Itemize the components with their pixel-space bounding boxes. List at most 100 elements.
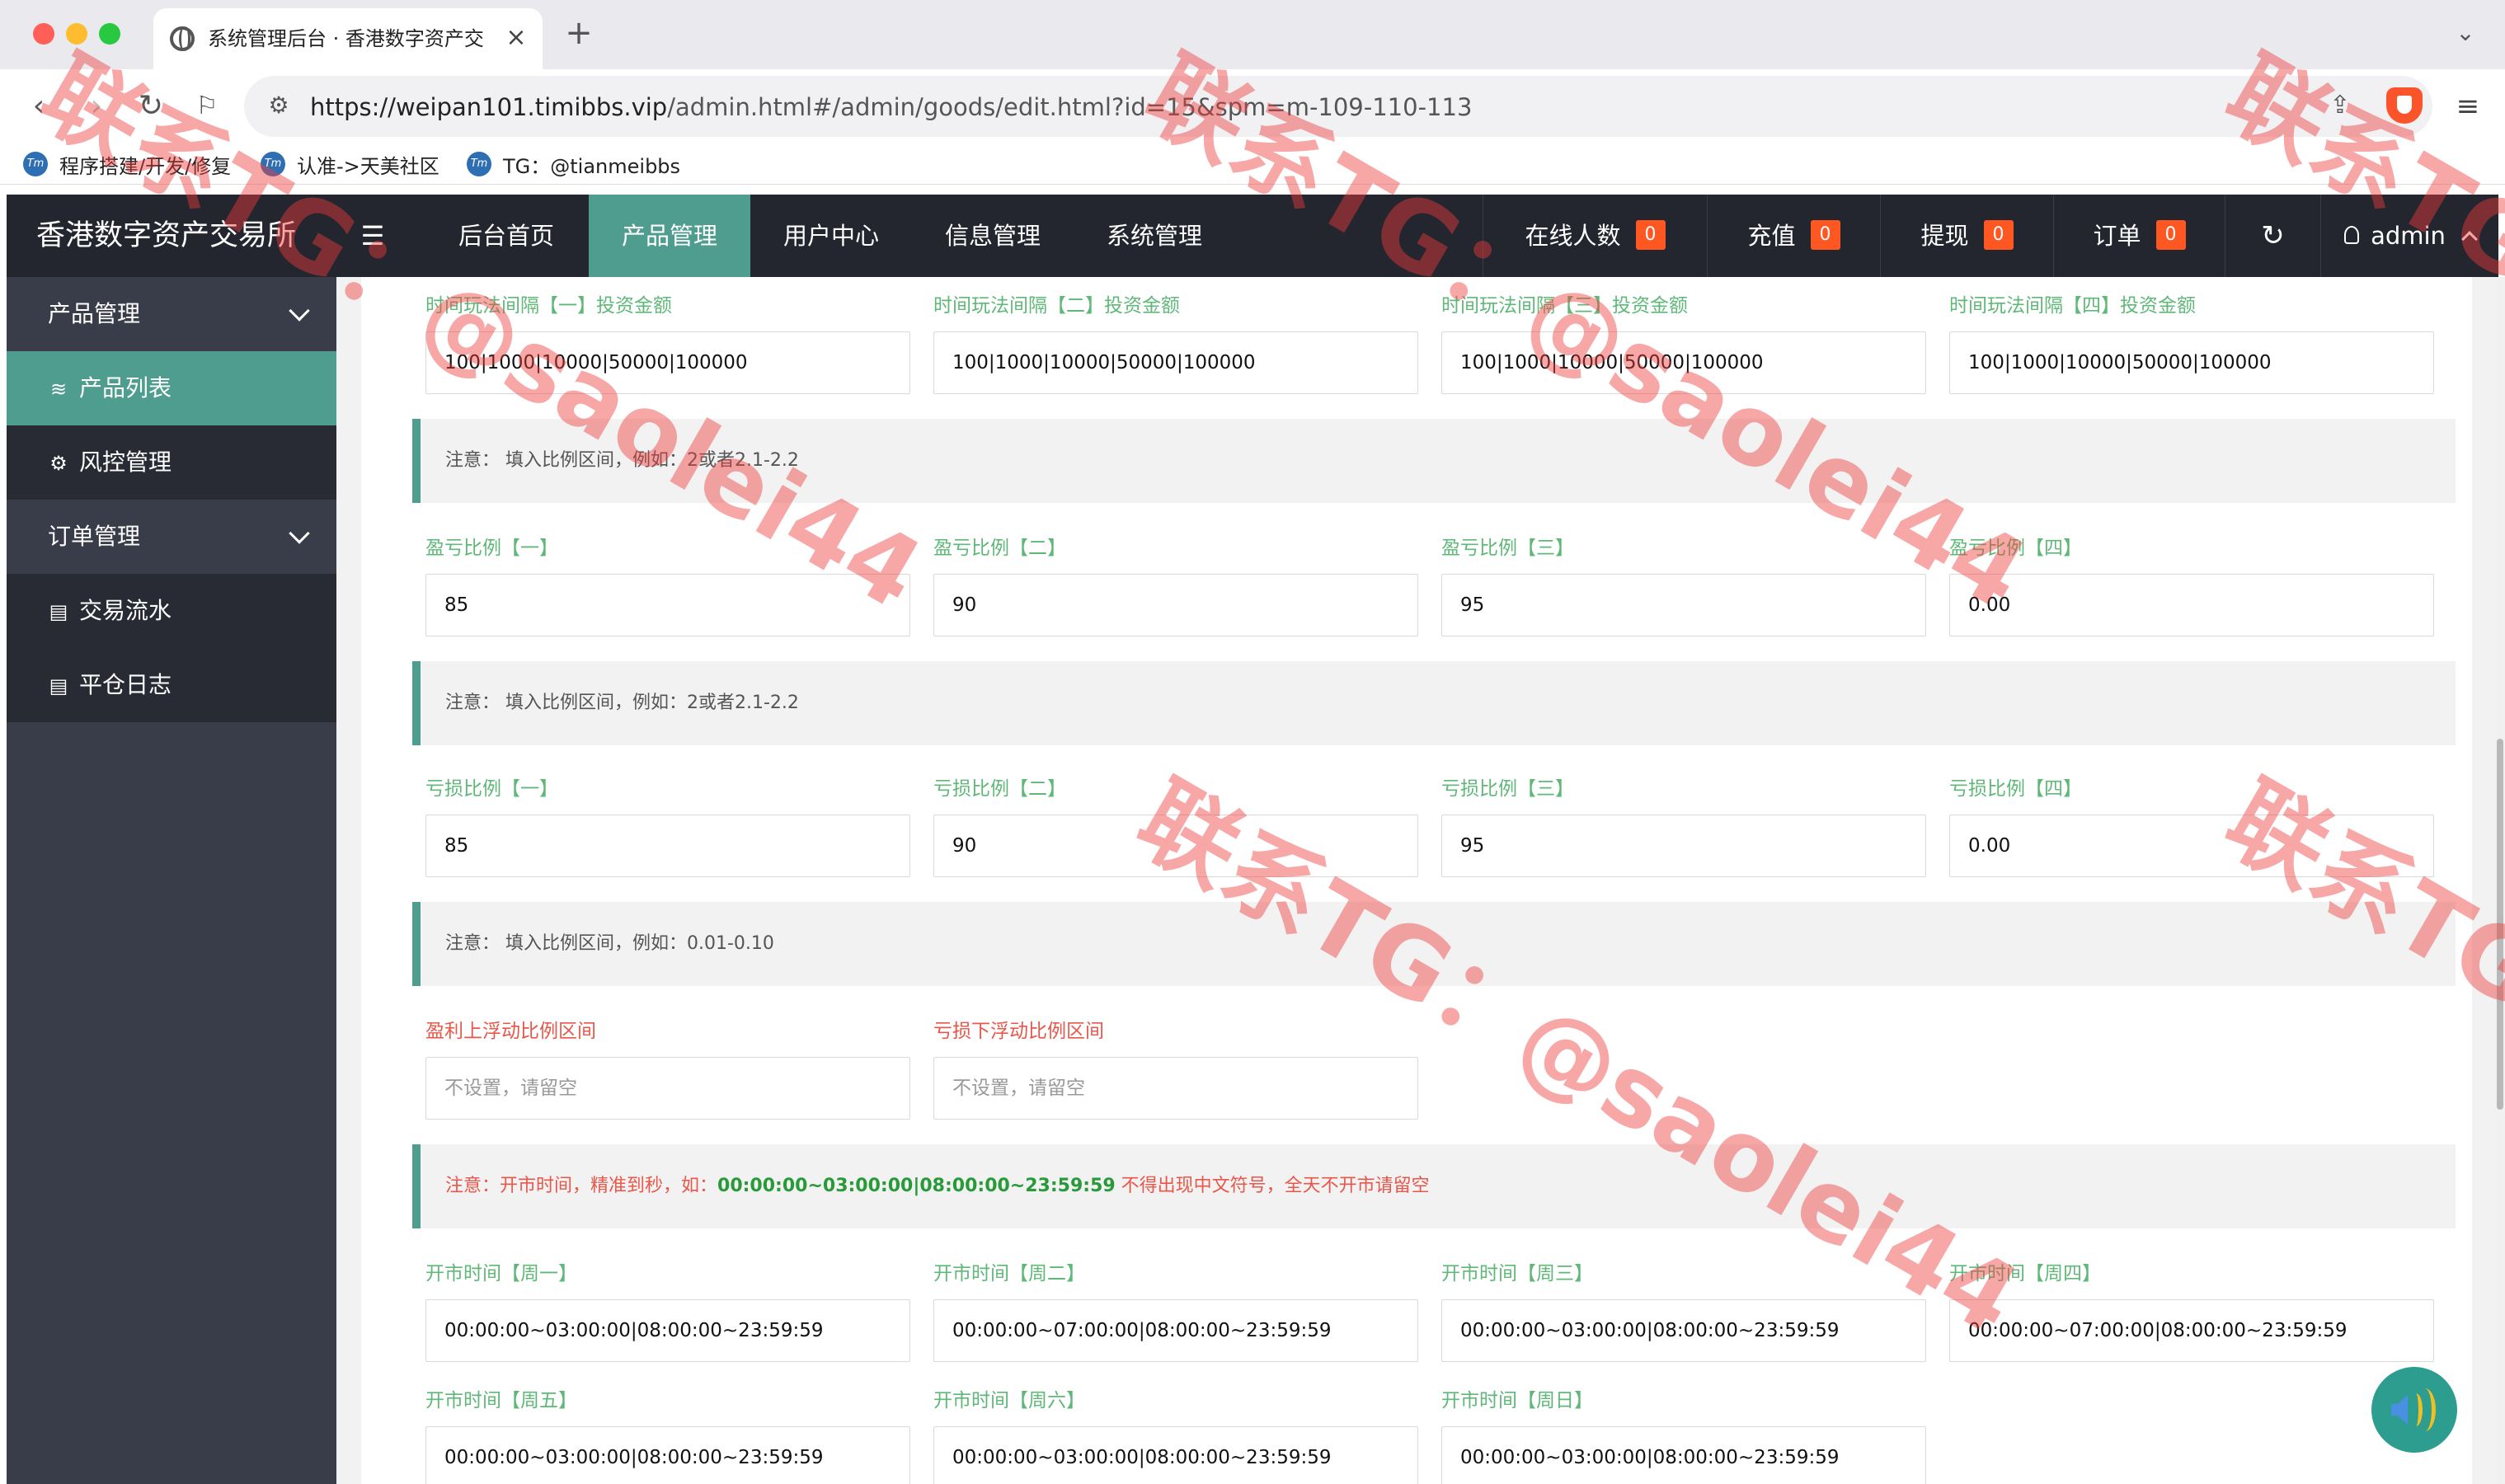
menu-toggle-icon[interactable]: ☰: [356, 219, 389, 252]
topnav-users[interactable]: 用户中心: [750, 195, 912, 277]
invest-input-4[interactable]: [1949, 331, 2434, 394]
chevron-down-icon: [289, 523, 310, 544]
loss-input-3[interactable]: [1441, 815, 1926, 877]
layers-icon: ≋: [49, 378, 68, 401]
topnav-products[interactable]: 产品管理: [589, 195, 750, 277]
profit-input-1[interactable]: [425, 574, 910, 636]
window-minimize-button[interactable]: [66, 23, 87, 45]
recharge-count[interactable]: 充值 0: [1707, 195, 1880, 277]
withdraw-badge: 0: [1983, 220, 2014, 250]
bookmarks-bar: Tm 程序搭建/开发/修复 Tm 认准->天美社区 Tm TG：@tianmeibbs: [0, 143, 2505, 185]
share-icon[interactable]: ⇪: [2322, 87, 2358, 124]
refresh-button[interactable]: ↻: [2225, 195, 2320, 277]
window-zoom-button[interactable]: [99, 23, 120, 45]
profit-label-1: 盈亏比例【一】: [425, 538, 558, 559]
tm-logo-icon: Tm: [467, 152, 491, 176]
url-text[interactable]: https://weipan101.timibbs.vip/admin.html…: [310, 91, 1472, 124]
user-menu[interactable]: admin: [2320, 195, 2498, 277]
sound-toggle-button[interactable]: [2371, 1367, 2457, 1453]
open-label-thu: 开市时间【周四】: [1949, 1263, 2101, 1284]
scrollbar-thumb[interactable]: [2497, 739, 2503, 1110]
bookmark-item-2[interactable]: Tm 认准->天美社区: [261, 148, 439, 180]
forward-icon[interactable]: ›: [76, 86, 117, 127]
page-scrollbar[interactable]: [2495, 277, 2505, 1484]
tab-list-chevron-icon[interactable]: ⌄: [2449, 16, 2482, 49]
gear-icon: ⚙: [49, 452, 68, 475]
loss-input-4[interactable]: [1949, 815, 2434, 877]
online-badge: 0: [1635, 220, 1666, 250]
reload-icon[interactable]: ↻: [130, 86, 172, 127]
float-down-input[interactable]: [933, 1057, 1418, 1120]
open-label-wed: 开市时间【周三】: [1441, 1263, 1593, 1284]
admin-topbar: 香港数字资产交易所 ☰ 后台首页 产品管理 用户中心 信息管理 系统管理 在线人…: [7, 195, 2498, 277]
url-path: /admin.html#/admin/goods/edit.html?id=15…: [667, 93, 1473, 121]
invest-label-4: 时间玩法间隔【四】投资金额: [1949, 295, 2196, 317]
note-ratio-3: 注意： 填入比例区间，例如：0.01-0.10: [412, 902, 2456, 986]
brave-shield-icon[interactable]: [2386, 87, 2423, 124]
open-input-wed[interactable]: [1441, 1299, 1926, 1362]
open-input-thu[interactable]: [1949, 1299, 2434, 1362]
note-ratio-1: 注意： 填入比例区间，例如：2或者2.1-2.2: [412, 419, 2456, 503]
open-input-mon[interactable]: [425, 1299, 910, 1362]
browser-tab[interactable]: 系统管理后台 · 香港数字资产交 ×: [153, 8, 543, 69]
open-input-sun[interactable]: [1441, 1426, 1926, 1484]
sidebar-item-product-list[interactable]: ≋ 产品列表: [7, 351, 336, 425]
sidebar: 产品管理 ≋ 产品列表 ⚙ 风控管理 订单管理 ▤ 交易流水 ▤ 平仓日志: [7, 277, 336, 1484]
open-input-fri[interactable]: [425, 1426, 910, 1484]
invest-input-2[interactable]: [933, 331, 1418, 394]
window-close-button[interactable]: [33, 23, 54, 45]
topnav-home[interactable]: 后台首页: [424, 195, 589, 277]
sidebar-item-risk-control[interactable]: ⚙ 风控管理: [7, 425, 336, 500]
user-icon: [2344, 226, 2360, 244]
sidebar-item-transactions[interactable]: ▤ 交易流水: [7, 574, 336, 648]
invest-label-2: 时间玩法间隔【二】投资金额: [933, 295, 1180, 317]
profit-input-3[interactable]: [1441, 574, 1926, 636]
orders-badge: 0: [2155, 220, 2186, 250]
open-label-mon: 开市时间【周一】: [425, 1263, 577, 1284]
invest-input-3[interactable]: [1441, 331, 1926, 394]
sidebar-group-orders[interactable]: 订单管理: [7, 500, 336, 574]
topnav-info[interactable]: 信息管理: [912, 195, 1074, 277]
browser-navbar: ‹ › ↻ ⚐ ⚙ https://weipan101.timibbs.vip/…: [0, 69, 2505, 143]
topnav-system[interactable]: 系统管理: [1074, 195, 1235, 277]
main-content: 时间玩法间隔【一】投资金额 时间玩法间隔【二】投资金额 时间玩法间隔【三】投资金…: [336, 277, 2498, 1484]
site-settings-icon[interactable]: ⚙: [261, 87, 297, 124]
sidebar-item-close-log[interactable]: ▤ 平仓日志: [7, 648, 336, 722]
back-icon[interactable]: ‹: [18, 86, 59, 127]
bookmark-item-3[interactable]: Tm TG：@tianmeibbs: [467, 148, 680, 180]
refresh-icon: ↻: [2261, 219, 2285, 252]
open-label-tue: 开市时间【周二】: [933, 1263, 1085, 1284]
open-input-tue[interactable]: [933, 1299, 1418, 1362]
profit-input-4[interactable]: [1949, 574, 2434, 636]
profit-input-2[interactable]: [933, 574, 1418, 636]
chevron-up-icon: [2461, 231, 2478, 247]
bookmark-item-1[interactable]: Tm 程序搭建/开发/修复: [23, 148, 231, 180]
url-host: https://weipan101.timibbs.vip: [310, 93, 668, 121]
tm-logo-icon: Tm: [261, 152, 285, 176]
profit-label-4: 盈亏比例【四】: [1949, 538, 2082, 559]
tab-title: 系统管理后台 · 香港数字资产交: [208, 27, 484, 50]
orders-count[interactable]: 订单 0: [2053, 195, 2225, 277]
admin-app: 香港数字资产交易所 ☰ 后台首页 产品管理 用户中心 信息管理 系统管理 在线人…: [7, 195, 2498, 1484]
loss-input-2[interactable]: [933, 815, 1418, 877]
tab-close-icon[interactable]: ×: [500, 21, 533, 54]
loss-input-1[interactable]: [425, 815, 910, 877]
invest-input-1[interactable]: [425, 331, 910, 394]
withdraw-count[interactable]: 提现 0: [1880, 195, 2053, 277]
online-count[interactable]: 在线人数 0: [1483, 195, 1707, 277]
invest-label-1: 时间玩法间隔【一】投资金额: [425, 295, 672, 317]
open-time-example: 00:00:00~03:00:00|08:00:00~23:59:59: [717, 1176, 1116, 1196]
clipboard-icon: ▤: [49, 674, 68, 697]
clipboard-icon: ▤: [49, 600, 68, 623]
chevron-down-icon: [289, 300, 310, 322]
float-up-input[interactable]: [425, 1057, 910, 1120]
sidebar-group-products[interactable]: 产品管理: [7, 277, 336, 351]
open-label-sat: 开市时间【周六】: [933, 1390, 1085, 1411]
open-input-sat[interactable]: [933, 1426, 1418, 1484]
browser-menu-icon[interactable]: ≡: [2449, 87, 2487, 125]
new-tab-button[interactable]: +: [561, 15, 597, 51]
address-bar[interactable]: ⚙ https://weipan101.timibbs.vip/admin.ht…: [244, 76, 2432, 137]
tm-logo-icon: Tm: [23, 152, 48, 176]
bookmark-icon[interactable]: ⚐: [186, 86, 228, 127]
globe-icon: [170, 26, 195, 51]
